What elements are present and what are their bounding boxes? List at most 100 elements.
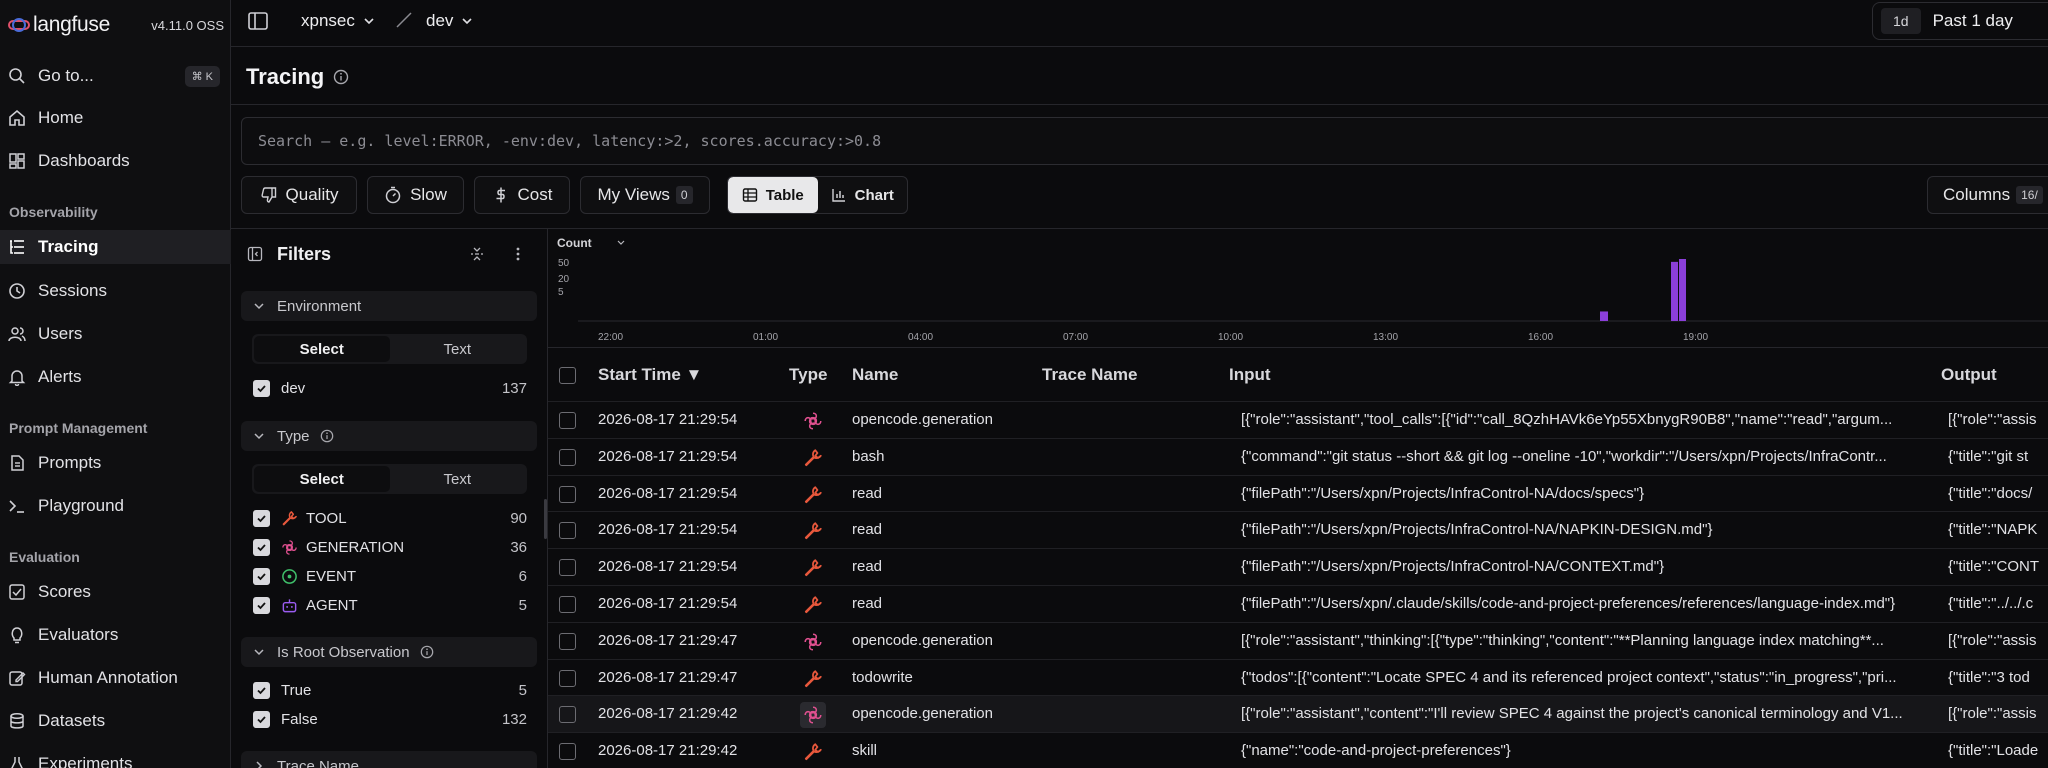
checkbox-checked-icon[interactable] xyxy=(253,567,270,585)
table-row[interactable]: 2026-08-17 21:29:54 read {"filePath":"/Use… xyxy=(548,511,2048,548)
table-row[interactable]: 2026-08-17 21:29:47 todowrite {"todos":[{"… xyxy=(548,658,2048,696)
table-row[interactable]: 2026-08-17 21:29:54 read {"filePath":"/Use… xyxy=(548,585,2048,622)
histogram-svg: Count 50 20 5 22:00 01:00 04:00 07:00 10:00 13:00… xyxy=(557,236,2048,343)
row-checkbox[interactable] xyxy=(559,559,576,577)
table-row[interactable]: 2026-08-17 21:29:54 read {"filePath":"/Use… xyxy=(548,474,2048,512)
filter-group-is-root[interactable]: Is Root Observation xyxy=(241,637,537,667)
logo-row[interactable]: langfuse v4.11.0 OSS xyxy=(8,10,224,40)
info-icon[interactable] xyxy=(420,645,434,659)
tab-text[interactable]: Text xyxy=(390,466,526,492)
sidebar-item-users[interactable]: Users xyxy=(0,317,231,351)
quality-label: Quality xyxy=(285,185,339,204)
cell-name: opencode.generation xyxy=(852,705,993,723)
row-checkbox[interactable] xyxy=(559,412,576,429)
filter-option-count: 36 xyxy=(510,538,527,556)
cell-input: {"name":"code-and-project-preferences"} xyxy=(1241,742,1511,760)
header-trace-name[interactable]: Trace Name xyxy=(1042,365,1137,385)
environment-selector[interactable]: dev xyxy=(426,8,473,34)
info-icon[interactable] xyxy=(333,69,349,90)
row-checkbox[interactable] xyxy=(559,743,576,761)
header-output[interactable]: Output xyxy=(1941,365,1997,385)
cost-button[interactable]: Cost xyxy=(474,176,570,214)
table-row[interactable]: 2026-08-17 21:29:54 read {"filePath":"/Use… xyxy=(548,548,2048,585)
row-checkbox[interactable] xyxy=(559,669,576,687)
sidebar-item-dashboards[interactable]: Dashboards xyxy=(0,144,231,178)
slow-button[interactable]: Slow xyxy=(367,176,464,214)
my-views-button[interactable]: My Views 0 xyxy=(580,176,710,214)
sidebar-item-tracing[interactable]: Tracing xyxy=(0,230,231,264)
table-row[interactable]: 2026-08-17 21:29:47 opencode.generation [{… xyxy=(548,621,2048,659)
sidebar-item-playground[interactable]: Playground xyxy=(0,489,231,523)
row-checkbox[interactable] xyxy=(559,448,576,466)
checkbox-checked-icon[interactable] xyxy=(253,379,270,397)
row-checkbox[interactable] xyxy=(559,485,576,503)
tab-text[interactable]: Text xyxy=(390,336,526,362)
filter-option-false[interactable]: False 132 xyxy=(253,708,527,730)
sidebar-item-alerts[interactable]: Alerts xyxy=(0,360,231,394)
tab-select[interactable]: Select xyxy=(254,336,390,362)
chevron-down-icon[interactable] xyxy=(617,240,625,245)
sidebar-item-datasets[interactable]: Datasets xyxy=(0,704,231,738)
info-icon[interactable] xyxy=(320,429,334,443)
table-view-button[interactable]: Table xyxy=(728,177,818,213)
table-icon xyxy=(742,187,758,203)
columns-button[interactable]: Columns 16/ xyxy=(1927,176,2048,214)
histogram-bar[interactable] xyxy=(1671,261,1678,321)
row-checkbox[interactable] xyxy=(559,706,576,724)
filter-option-dev[interactable]: dev 137 xyxy=(253,377,527,399)
more-vertical-icon[interactable] xyxy=(510,246,526,262)
filter-group-type[interactable]: Type xyxy=(241,421,537,451)
table-row[interactable]: 2026-08-17 21:29:54 opencode.generation [{… xyxy=(548,401,2048,438)
header-type[interactable]: Type xyxy=(789,365,827,385)
sidebar-item-prompts[interactable]: Prompts xyxy=(0,446,231,480)
table-row[interactable]: 2026-08-17 21:29:42 opencode.generation [{… xyxy=(548,695,2048,733)
project-selector[interactable]: xpnsec xyxy=(301,8,375,34)
time-range-picker[interactable]: 1d Past 1 day xyxy=(1872,2,2048,40)
checkbox-checked-icon[interactable] xyxy=(253,509,270,527)
filter-option-generation[interactable]: GENERATION 36 xyxy=(253,536,527,558)
quality-button[interactable]: Quality xyxy=(241,176,357,214)
filter-group-environment[interactable]: Environment xyxy=(241,291,537,321)
histogram-bar[interactable] xyxy=(1679,259,1686,321)
goto-search[interactable]: Go to... ⌘ K xyxy=(6,62,220,90)
x-tick-label: 07:00 xyxy=(1063,332,1088,343)
histogram-bar[interactable] xyxy=(1600,311,1608,321)
sidebar-toggle-icon[interactable] xyxy=(247,10,269,37)
cell-name: todowrite xyxy=(852,668,913,686)
dollar-icon xyxy=(492,186,510,204)
wrench-icon xyxy=(800,739,826,765)
sidebar-item-scores[interactable]: Scores xyxy=(0,575,231,609)
sidebar-item-experiments[interactable]: Experiments xyxy=(0,747,231,768)
checkbox-checked-icon[interactable] xyxy=(253,596,270,614)
table-row[interactable]: 2026-08-17 21:29:54 bash {"command":"git s… xyxy=(548,437,2048,475)
checkbox-checked-icon[interactable] xyxy=(253,710,270,728)
app-version: v4.11.0 OSS xyxy=(151,17,224,33)
panel-collapse-icon[interactable] xyxy=(247,246,263,262)
app-root: langfuse v4.11.0 OSS Go to... ⌘ K Home D… xyxy=(0,0,2048,768)
checkbox-checked-icon[interactable] xyxy=(253,538,270,556)
header-start-time[interactable]: Start Time ▼ xyxy=(598,365,702,385)
filter-option-event[interactable]: EVENT 6 xyxy=(253,565,527,587)
sidebar-item-human-annotation[interactable]: Human Annotation xyxy=(0,661,231,695)
filter-group-trace-name[interactable]: Trace Name xyxy=(241,751,537,768)
filters-header: Filters xyxy=(231,229,548,279)
filter-option-true[interactable]: True 5 xyxy=(253,679,527,701)
row-checkbox[interactable] xyxy=(559,632,576,650)
panel-resize-handle[interactable] xyxy=(544,499,547,539)
search-input[interactable]: Search — e.g. level:ERROR, -env:dev, lat… xyxy=(241,117,2048,165)
sidebar-item-evaluators[interactable]: Evaluators xyxy=(0,618,231,652)
sidebar-item-home[interactable]: Home xyxy=(0,101,231,135)
table-row[interactable]: 2026-08-17 21:29:42 skill {"name":"code-an… xyxy=(548,732,2048,768)
tab-select[interactable]: Select xyxy=(254,466,390,492)
select-all-checkbox[interactable] xyxy=(559,367,576,384)
row-checkbox[interactable] xyxy=(559,522,576,540)
filter-option-agent[interactable]: AGENT 5 xyxy=(253,594,527,616)
header-name[interactable]: Name xyxy=(852,365,898,385)
filter-option-tool[interactable]: TOOL 90 xyxy=(253,507,527,529)
checkbox-checked-icon[interactable] xyxy=(253,681,270,699)
sidebar-item-sessions[interactable]: Sessions xyxy=(0,274,231,308)
header-input[interactable]: Input xyxy=(1229,365,1271,385)
collapse-all-icon[interactable] xyxy=(469,246,485,262)
chart-view-button[interactable]: Chart xyxy=(818,177,908,213)
row-checkbox[interactable] xyxy=(559,596,576,613)
